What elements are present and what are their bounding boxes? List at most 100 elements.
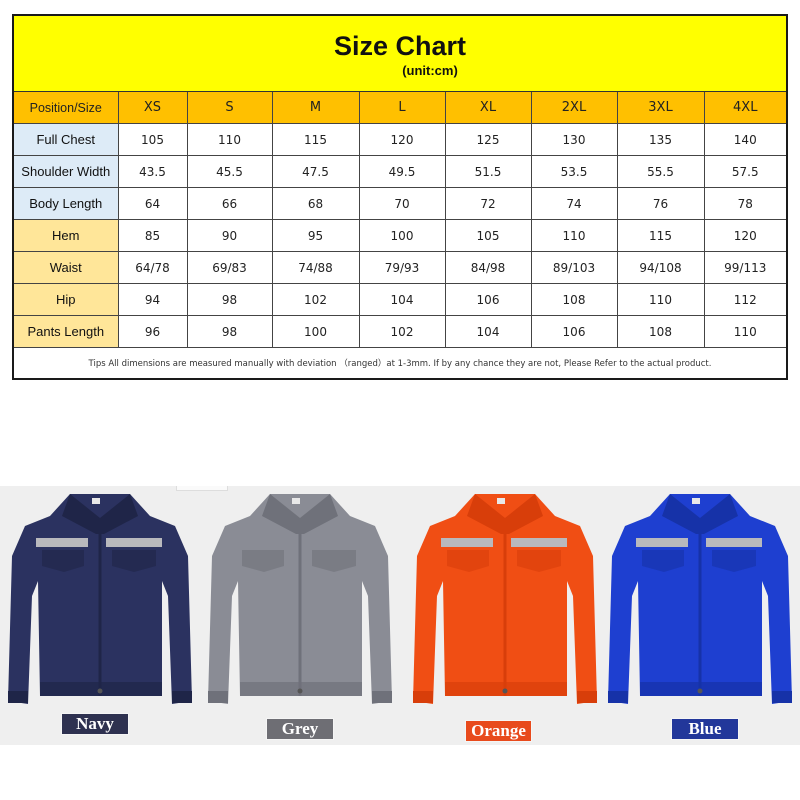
jacket-variant-grey[interactable]: Grey bbox=[200, 486, 400, 745]
position-size-header: Position/Size bbox=[14, 92, 119, 124]
measurement-value: 115 bbox=[616, 219, 705, 252]
measurement-value: 95 bbox=[271, 219, 360, 252]
measurement-value: 85 bbox=[117, 219, 188, 252]
color-label-grey: Grey bbox=[267, 719, 333, 739]
measurement-value: 49.5 bbox=[358, 155, 446, 188]
measurement-value: 68 bbox=[271, 187, 360, 220]
measurement-value: 94 bbox=[117, 283, 188, 316]
size-header-2xl: 2XL bbox=[530, 92, 618, 124]
jacket-variant-blue[interactable]: Blue bbox=[600, 486, 800, 745]
measurement-value: 98 bbox=[186, 283, 273, 316]
jacket-icon bbox=[208, 494, 392, 704]
measurement-label: Full Chest bbox=[14, 123, 119, 156]
measurement-value: 66 bbox=[186, 187, 273, 220]
size-header-xl: XL bbox=[444, 92, 532, 124]
size-header-xs: XS bbox=[117, 92, 188, 124]
size-chart-title: Size Chart bbox=[333, 31, 467, 61]
size-header-3xl: 3XL bbox=[616, 92, 705, 124]
measurement-value: 72 bbox=[444, 187, 532, 220]
measurement-value: 100 bbox=[358, 219, 446, 252]
measurement-value: 135 bbox=[616, 123, 705, 156]
color-label-blue: Blue bbox=[672, 719, 738, 739]
measurement-value: 76 bbox=[616, 187, 705, 220]
measurement-value: 90 bbox=[186, 219, 273, 252]
color-label-navy: Navy bbox=[62, 714, 128, 734]
jacket-variant-orange[interactable]: Orange bbox=[405, 486, 605, 745]
measurement-value: 102 bbox=[271, 283, 360, 316]
measurement-value: 110 bbox=[530, 219, 618, 252]
measurement-row: Pants Length 96 98 100 102 104 106 108 110 bbox=[14, 315, 786, 348]
measurement-value: 110 bbox=[186, 123, 273, 156]
measurement-value: 106 bbox=[444, 283, 532, 316]
measurement-label: Waist bbox=[14, 251, 119, 284]
tips-text: Tips All dimensions are measured manuall… bbox=[14, 347, 786, 378]
size-chart-unit: (unit:cm) bbox=[402, 63, 458, 78]
color-label-orange: Orange bbox=[466, 721, 531, 741]
measurement-value: 64/78 bbox=[117, 251, 188, 284]
measurement-value: 78 bbox=[703, 187, 786, 220]
divider-tab bbox=[176, 486, 228, 491]
size-header-m: M bbox=[271, 92, 360, 124]
measurement-value: 105 bbox=[117, 123, 188, 156]
size-grid: Position/Size XS S M L XL 2XL 3XL 4XL Full Ches… bbox=[14, 92, 786, 378]
measurement-value: 106 bbox=[530, 315, 618, 348]
size-chart-table: Size Chart (unit:cm) Position/Size XS S M L… bbox=[12, 14, 788, 380]
measurement-value: 130 bbox=[530, 123, 618, 156]
measurement-label: Pants Length bbox=[14, 315, 119, 348]
measurement-row: Hem 85 90 95 100 105 110 115 120 bbox=[14, 219, 786, 252]
measurement-value: 94/108 bbox=[616, 251, 705, 284]
measurement-value: 79/93 bbox=[358, 251, 446, 284]
measurement-row: Hip 94 98 102 104 106 108 110 112 bbox=[14, 283, 786, 316]
measurement-label: Body Length bbox=[14, 187, 119, 220]
measurement-row: Body Length 64 66 68 70 72 74 76 78 bbox=[14, 187, 786, 220]
size-chart-header: Size Chart (unit:cm) bbox=[14, 16, 786, 92]
measurement-value: 53.5 bbox=[530, 155, 618, 188]
measurement-value: 99/113 bbox=[703, 251, 786, 284]
measurement-value: 105 bbox=[444, 219, 532, 252]
size-header-l: L bbox=[358, 92, 446, 124]
jacket-icon bbox=[608, 494, 792, 704]
measurement-value: 102 bbox=[358, 315, 446, 348]
measurement-value: 74 bbox=[530, 187, 618, 220]
measurement-value: 69/83 bbox=[186, 251, 273, 284]
measurement-row: Waist 64/78 69/83 74/88 79/93 84/98 89/103 94/1… bbox=[14, 251, 786, 284]
measurement-value: 89/103 bbox=[530, 251, 618, 284]
measurement-value: 55.5 bbox=[616, 155, 705, 188]
jacket-icon bbox=[8, 494, 192, 704]
measurement-value: 45.5 bbox=[186, 155, 273, 188]
measurement-value: 120 bbox=[358, 123, 446, 156]
measurement-label: Shoulder Width bbox=[14, 155, 119, 188]
measurement-value: 125 bbox=[444, 123, 532, 156]
measurement-row: Full Chest 105 110 115 120 125 130 135 140 bbox=[14, 123, 786, 156]
measurement-label: Hip bbox=[14, 283, 119, 316]
measurement-value: 104 bbox=[358, 283, 446, 316]
measurement-value: 110 bbox=[616, 283, 705, 316]
measurement-value: 98 bbox=[186, 315, 273, 348]
measurement-value: 100 bbox=[271, 315, 360, 348]
measurement-value: 84/98 bbox=[444, 251, 532, 284]
measurement-value: 70 bbox=[358, 187, 446, 220]
measurement-value: 51.5 bbox=[444, 155, 532, 188]
measurement-value: 108 bbox=[616, 315, 705, 348]
measurement-value: 96 bbox=[117, 315, 188, 348]
measurement-value: 74/88 bbox=[271, 251, 360, 284]
measurement-value: 43.5 bbox=[117, 155, 188, 188]
size-header-row: Position/Size XS S M L XL 2XL 3XL 4XL bbox=[14, 92, 786, 124]
measurement-value: 104 bbox=[444, 315, 532, 348]
measurement-value: 112 bbox=[703, 283, 786, 316]
measurement-value: 110 bbox=[703, 315, 786, 348]
measurement-row: Shoulder Width 43.5 45.5 47.5 49.5 51.5 53.5 55… bbox=[14, 155, 786, 188]
jacket-variant-navy[interactable]: Navy bbox=[0, 486, 200, 745]
measurement-value: 115 bbox=[271, 123, 360, 156]
jacket-icon bbox=[413, 494, 597, 704]
measurement-value: 57.5 bbox=[703, 155, 786, 188]
measurement-value: 64 bbox=[117, 187, 188, 220]
measurement-value: 120 bbox=[703, 219, 786, 252]
size-header-4xl: 4XL bbox=[703, 92, 786, 124]
measurement-value: 140 bbox=[703, 123, 786, 156]
tips-row: Tips All dimensions are measured manuall… bbox=[14, 347, 786, 378]
measurement-value: 108 bbox=[530, 283, 618, 316]
size-header-s: S bbox=[186, 92, 273, 124]
color-variants-gallery: Navy Grey Orange Blue bbox=[0, 486, 800, 745]
measurement-value: 47.5 bbox=[271, 155, 360, 188]
